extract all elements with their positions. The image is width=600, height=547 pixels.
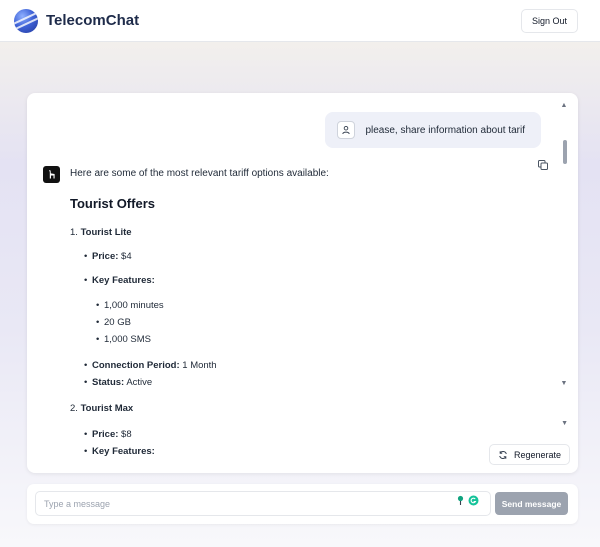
user-message-bubble: please, share information about tarif (325, 112, 541, 148)
features-label: Key Features: (92, 446, 155, 457)
chat-panel[interactable]: ▲ ▼ ▼ please, share information about ta… (27, 93, 578, 473)
list-item: Price: $4 (70, 251, 540, 262)
feature-item: 1,000 minutes (70, 300, 540, 311)
regenerate-button[interactable]: Regenerate (488, 444, 570, 465)
refresh-icon (499, 450, 507, 459)
tier-number: 2. (70, 403, 78, 414)
features-label: Key Features: (92, 275, 155, 286)
offers-heading: Tourist Offers (70, 196, 155, 211)
bot-message: Here are some of the most relevant tarif… (70, 167, 540, 457)
list-item: Price: $8 (70, 429, 540, 440)
period-value: 1 Month (182, 360, 217, 371)
user-message-text: please, share information about tarif (365, 124, 525, 136)
tier-number: 1. (70, 227, 78, 238)
composer-bar: Send message (27, 484, 578, 524)
grammar-check-icon[interactable] (468, 495, 479, 506)
list-item: Key Features: (70, 275, 540, 286)
status-value: Active (126, 377, 153, 388)
list-item: Connection Period: 1 Month (70, 360, 540, 371)
send-message-button[interactable]: Send message (495, 492, 568, 515)
llama-bot-icon (43, 166, 60, 183)
price-label: Price: (92, 429, 119, 440)
sign-out-button[interactable]: Sign Out (520, 9, 578, 33)
globe-logo-icon (14, 8, 38, 33)
tier-name: Tourist Lite (80, 227, 132, 238)
scroll-up-arrow[interactable]: ▲ (560, 102, 568, 110)
price-value: $8 (121, 429, 132, 440)
message-input[interactable] (35, 491, 491, 516)
regenerate-label: Regenerate (513, 449, 561, 460)
period-label: Connection Period: (92, 360, 180, 371)
tier-name: Tourist Max (80, 403, 134, 414)
price-value: $4 (121, 251, 132, 262)
list-item: Key Features: (70, 446, 540, 457)
input-extension-icons (456, 493, 479, 507)
bot-intro-text: Here are some of the most relevant tarif… (70, 168, 329, 179)
feature-item: 1,000 SMS (70, 334, 540, 345)
price-label: Price: (92, 251, 119, 262)
pin-icon[interactable] (456, 495, 465, 506)
user-icon (337, 121, 356, 139)
tier-title: 1. Tourist Lite (70, 227, 540, 238)
status-label: Status: (92, 377, 125, 388)
top-bar: TelecomChat Sign Out (0, 0, 600, 42)
scroll-down-arrow[interactable]: ▼ (560, 380, 568, 388)
feature-item: 20 GB (70, 317, 540, 328)
brand-name: TelecomChat (46, 12, 140, 29)
inner-scroll-down-arrow[interactable]: ▼ (561, 420, 568, 427)
list-item: Status: Active (70, 377, 540, 388)
scrollbar-thumb[interactable] (563, 140, 567, 164)
tier-title: 2. Tourist Max (70, 403, 540, 414)
